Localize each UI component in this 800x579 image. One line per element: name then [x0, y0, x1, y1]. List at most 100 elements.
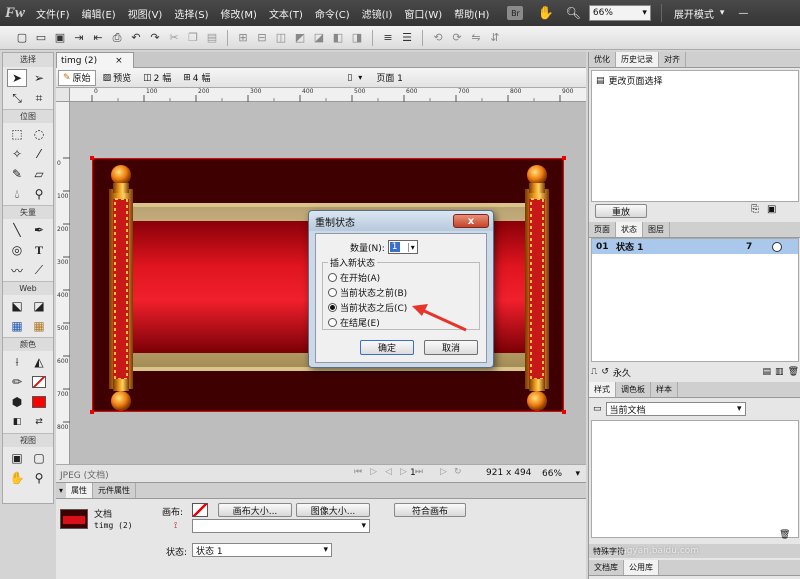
tab-preview[interactable]: ▨ 预览	[98, 70, 137, 86]
menu-text[interactable]: 文本(T)	[263, 6, 309, 21]
zoom-tool-icon[interactable]: ⚲	[29, 469, 49, 487]
radio-after-current[interactable]: 当前状态之后(C)	[328, 300, 407, 314]
play-icon[interactable]: ▷	[440, 467, 447, 477]
blur-tool-icon[interactable]: 💧︎	[7, 185, 27, 203]
default-colors-icon[interactable]: ◧	[7, 413, 27, 431]
tab-history[interactable]: 历史记录	[616, 52, 659, 67]
tab-common-library[interactable]: 公用库	[624, 560, 659, 575]
menu-modify[interactable]: 修改(M)	[215, 6, 263, 21]
fill-swatch-icon[interactable]	[29, 393, 49, 411]
vertical-ruler[interactable]: 0 100 200 300 400 500 600 700 800	[56, 102, 70, 464]
full-screen-icon[interactable]: ▢	[29, 449, 49, 467]
menu-commands[interactable]: 命令(C)	[309, 6, 356, 21]
state-row[interactable]: 01 状态 1 7	[592, 239, 798, 254]
brush-tool-icon[interactable]: ⁄	[29, 145, 49, 163]
tab-styles[interactable]: 样式	[589, 382, 616, 397]
intersect-icon[interactable]: ◪	[311, 30, 327, 46]
tab-layers[interactable]: 图层	[643, 222, 670, 237]
rotate-left-icon[interactable]: ⟲	[430, 30, 446, 46]
dialog-titlebar[interactable]: 重制状态 x	[309, 211, 493, 231]
open-folder-icon[interactable]: ▭	[33, 30, 49, 46]
fill-color-icon[interactable]: ⬢	[7, 393, 27, 411]
combine-icon[interactable]: ◫	[273, 30, 289, 46]
flip-vertical-icon[interactable]: ⇵	[487, 30, 503, 46]
radio-before-current[interactable]: 当前状态之前(B)	[328, 285, 407, 299]
copy-icon[interactable]: ❐	[185, 30, 201, 46]
copy-steps-icon[interactable]: ⎘	[751, 204, 759, 215]
rotate-right-icon[interactable]: ⟳	[449, 30, 465, 46]
radio-at-start[interactable]: 在开始(A)	[328, 270, 380, 284]
hand-icon[interactable]: ✋	[537, 6, 553, 21]
magic-wand-tool-icon[interactable]: ✧	[7, 145, 27, 163]
menu-select[interactable]: 选择(S)	[168, 6, 214, 21]
hide-slices-icon[interactable]: ▦	[7, 317, 27, 335]
tab-swatches[interactable]: 样本	[651, 382, 678, 397]
menu-window[interactable]: 窗口(W)	[398, 6, 448, 21]
slice-tool-icon[interactable]: ◪	[29, 297, 49, 315]
export-icon[interactable]: ⇤	[90, 30, 106, 46]
state-select[interactable]: 状态 1 ▾	[192, 543, 332, 557]
save-steps-icon[interactable]: ▣	[767, 204, 776, 215]
knife-tool-icon[interactable]: ⟋	[29, 261, 49, 279]
tab-2-up[interactable]: ◫ 2 幅	[138, 70, 176, 86]
tab-document-library[interactable]: 文档库	[589, 560, 624, 575]
tab-4-up[interactable]: ⊞ 4 幅	[178, 70, 215, 86]
first-state-icon[interactable]: ⏮	[354, 467, 362, 477]
tab-properties[interactable]: 属性	[66, 483, 94, 498]
onion-skin-icon[interactable]	[772, 241, 782, 252]
tab-palette[interactable]: 调色板	[616, 382, 651, 397]
scale-tool-icon[interactable]: ⤡	[7, 89, 27, 107]
cut-icon[interactable]: ✂	[166, 30, 182, 46]
replay-button[interactable]: 重放	[595, 204, 647, 218]
last-state-icon[interactable]: ⏭	[415, 467, 423, 477]
onion-skin-toggle-icon[interactable]: ⎍	[591, 367, 597, 377]
page-selector[interactable]: ▯ ▾ 页面 1	[347, 71, 403, 85]
crop-tool-icon[interactable]: ⌗	[29, 89, 49, 107]
delete-style-icon[interactable]: 🗑︎	[779, 530, 790, 540]
loop-icon[interactable]: ↻	[454, 467, 462, 477]
workspace-switcher[interactable]: 展开模式	[668, 6, 720, 21]
bridge-icon[interactable]: Br	[507, 6, 524, 20]
subselect-tool-icon[interactable]: ➢	[29, 69, 49, 87]
history-item[interactable]: ▤ 更改页面选择	[592, 71, 798, 90]
swap-colors-icon[interactable]: ⇄	[29, 413, 49, 431]
import-icon[interactable]: ⇥	[71, 30, 87, 46]
print-icon[interactable]: ⎙	[109, 30, 125, 46]
crop-path-icon[interactable]: ◨	[349, 30, 365, 46]
zoom-icon[interactable]: 🔍︎	[566, 6, 581, 20]
show-slices-icon[interactable]: ▦	[29, 317, 49, 335]
flip-horizontal-icon[interactable]: ⇋	[468, 30, 484, 46]
align-icon[interactable]: ≡	[380, 30, 396, 46]
next-state-icon[interactable]: ▷	[400, 467, 407, 477]
pencil-tool-icon[interactable]: ✎	[7, 165, 27, 183]
union-icon[interactable]: ◩	[292, 30, 308, 46]
redo-icon[interactable]: ↷	[147, 30, 163, 46]
distribute-icon[interactable]: ☰	[399, 30, 415, 46]
stroke-swatch-icon[interactable]	[29, 373, 49, 391]
ok-button[interactable]: 确定	[360, 340, 414, 355]
paint-bucket-tool-icon[interactable]: ◭	[29, 353, 49, 371]
canvas-option-select[interactable]: ▾	[192, 519, 370, 533]
styles-source-select[interactable]: 当前文档 ▾	[605, 402, 746, 416]
loop-icon[interactable]: ↺	[601, 367, 609, 377]
selection-handle[interactable]	[90, 156, 94, 160]
selection-handle[interactable]	[90, 410, 94, 414]
canvas-size-button[interactable]: 画布大小...	[218, 503, 292, 517]
document-tab[interactable]: timg (2) ×	[56, 52, 134, 68]
horizontal-ruler[interactable]: 0 100 200 300 400 500 600 700 800 900	[70, 88, 586, 102]
group-icon[interactable]: ⊞	[235, 30, 251, 46]
canvas-color-swatch[interactable]	[192, 503, 208, 517]
tab-original[interactable]: ✎ 原始	[58, 69, 96, 86]
play-icon[interactable]: ▷	[370, 467, 377, 477]
undo-icon[interactable]: ↶	[128, 30, 144, 46]
line-tool-icon[interactable]: ╲	[7, 221, 27, 239]
menu-view[interactable]: 视图(V)	[122, 6, 169, 21]
pen-tool-icon[interactable]: ✒	[29, 221, 49, 239]
menu-edit[interactable]: 编辑(E)	[76, 6, 122, 21]
fit-canvas-button[interactable]: 符合画布	[394, 503, 466, 517]
count-stepper[interactable]: 1 ▾	[387, 240, 418, 254]
new-state-icon[interactable]: ▤	[763, 367, 772, 377]
marquee-tool-icon[interactable]: ⬚	[7, 125, 27, 143]
tab-align[interactable]: 对齐	[659, 52, 686, 67]
tab-optimize[interactable]: 优化	[589, 52, 616, 67]
